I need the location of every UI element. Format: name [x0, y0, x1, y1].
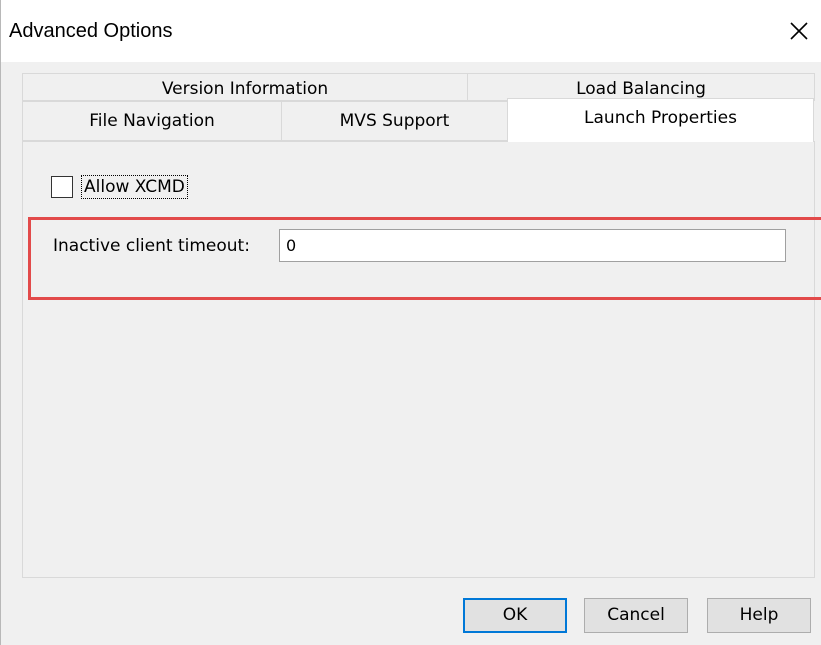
help-button[interactable]: Help: [707, 598, 811, 633]
tab-label: File Navigation: [89, 111, 215, 131]
title-bar: Advanced Options: [1, 0, 821, 62]
advanced-options-dialog: Advanced Options Version Information Loa…: [0, 0, 821, 645]
tab-label: Launch Properties: [584, 108, 737, 128]
tab-version-information[interactable]: Version Information: [22, 73, 468, 101]
tab-file-navigation[interactable]: File Navigation: [22, 101, 282, 141]
close-button[interactable]: [784, 16, 814, 46]
inactive-timeout-input[interactable]: [279, 229, 786, 262]
inactive-timeout-label: Inactive client timeout:: [53, 236, 250, 256]
ok-button[interactable]: OK: [463, 598, 567, 633]
dialog-title: Advanced Options: [9, 20, 173, 42]
cancel-button[interactable]: Cancel: [584, 598, 688, 633]
allow-xcmd-checkbox[interactable]: [51, 176, 73, 198]
tab-label: MVS Support: [339, 111, 450, 131]
launch-properties-panel: [22, 141, 815, 578]
tab-label: Version Information: [161, 79, 329, 99]
close-icon: [790, 22, 808, 40]
allow-xcmd-label[interactable]: Allow XCMD: [81, 175, 188, 199]
tab-load-balancing[interactable]: Load Balancing: [467, 73, 815, 101]
tab-launch-properties[interactable]: Launch Properties: [507, 98, 814, 142]
tab-mvs-support[interactable]: MVS Support: [281, 101, 508, 141]
